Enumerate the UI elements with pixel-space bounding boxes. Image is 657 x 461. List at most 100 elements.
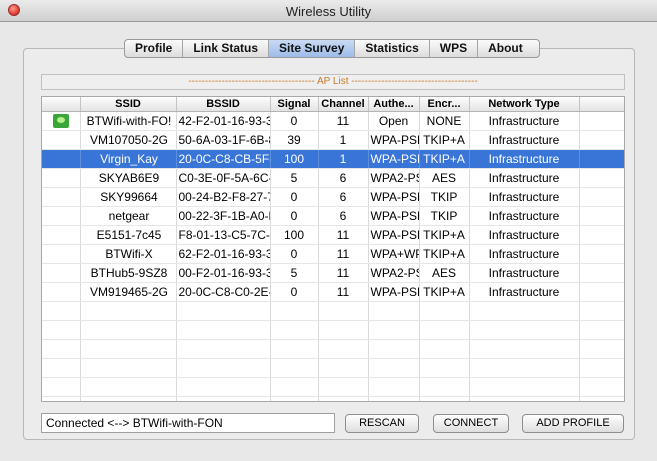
empty-cell (176, 339, 271, 359)
empty-cell (80, 339, 177, 359)
row-filler-cell (579, 282, 624, 302)
ap-list-title: -------------------------------------- A… (188, 76, 478, 87)
empty-cell (80, 301, 177, 321)
table-row[interactable]: netgear00-22-3F-1B-A0-D06WPA-PSKTKIPInfr… (42, 206, 624, 226)
empty-row (42, 301, 624, 321)
title-bar: Wireless Utility (0, 0, 657, 22)
bssid-cell: 00-F2-01-16-93-3 (176, 263, 271, 283)
connect-button[interactable]: CONNECT (433, 414, 509, 433)
tab-about[interactable]: About (478, 40, 539, 57)
empty-cell (419, 339, 470, 359)
ap-list-table[interactable]: SSID BSSID Signal Channel Authe... Encr.… (41, 96, 625, 402)
channel-cell: 6 (318, 168, 369, 188)
channel-cell: 11 (318, 244, 369, 264)
ssid-cell: SKY99664 (80, 187, 177, 207)
table-row[interactable]: BTWifi-with-FO! 42-F2-01-16-93-3 0 11 Open NO… (42, 111, 624, 131)
empty-cell (176, 377, 271, 397)
table-row[interactable]: SKYAB6E9 C0-3E-0F-5A-6C-F 5 6 WPA2-PS AES Infr… (42, 168, 624, 188)
empty-cell (419, 396, 470, 401)
row-icon-cell (42, 187, 81, 207)
tab-wps[interactable]: WPS (430, 40, 479, 57)
empty-cell (579, 301, 624, 321)
empty-cell (469, 358, 580, 378)
row-icon-cell (42, 149, 81, 169)
empty-cell (270, 377, 319, 397)
ssid-cell: BTHub5-9SZ8 (80, 263, 177, 283)
row-icon-cell (42, 111, 81, 131)
channel-cell: 11 (318, 263, 369, 283)
column-header-encryption[interactable]: Encr... (419, 97, 470, 112)
empty-cell (469, 301, 580, 321)
empty-cell (368, 358, 420, 378)
ssid-cell: E5151-7c45 (80, 225, 177, 245)
authentication-cell: WPA-PSK (368, 130, 420, 150)
table-row[interactable]: SKY9966400-24-B2-F8-27-7(06WPA-PSKTKIPIn… (42, 187, 624, 207)
table-row[interactable]: BTHub5-9SZ8 00-F2-01-16-93-3 5 11 WPA2-PS AES… (42, 263, 624, 283)
encryption-cell: AES (419, 168, 470, 188)
row-icon-cell (42, 263, 81, 283)
ssid-cell: Virgin_Kay (80, 149, 177, 169)
column-header-bssid[interactable]: BSSID (176, 97, 271, 112)
table-row[interactable]: E5151-7c45F8-01-13-C5-7C-410011WPA-PSKTK… (42, 225, 624, 245)
channel-cell: 11 (318, 225, 369, 245)
column-header-network-type[interactable]: Network Type (469, 97, 580, 112)
add-profile-button[interactable]: ADD PROFILE (522, 414, 624, 433)
signal-cell: 5 (270, 263, 319, 283)
empty-cell (318, 339, 369, 359)
encryption-cell: AES (419, 263, 470, 283)
table-row[interactable]: Virgin_Kay20-0C-C8-CB-5F-51001WPA-PSKTKI… (42, 149, 624, 169)
empty-cell (42, 301, 81, 321)
column-header-icon (42, 97, 81, 112)
signal-cell: 0 (270, 111, 319, 131)
row-icon-cell (42, 244, 81, 264)
empty-cell (368, 377, 420, 397)
encryption-cell: TKIP+A (419, 149, 470, 169)
row-filler-cell (579, 187, 624, 207)
ap-list-body: BTWifi-with-FO! 42-F2-01-16-93-3 0 11 Open NO… (42, 111, 624, 401)
empty-cell (318, 320, 369, 340)
empty-row (42, 358, 624, 378)
column-header-filler (579, 97, 624, 112)
table-row[interactable]: BTWifi-X 62-F2-01-16-93-3 0 11 WPA+WP TKIP+A I… (42, 244, 624, 264)
network-type-cell: Infrastructure (469, 168, 580, 188)
rescan-button[interactable]: RESCAN (345, 414, 419, 433)
empty-cell (80, 320, 177, 340)
channel-cell: 6 (318, 206, 369, 226)
empty-cell (419, 301, 470, 321)
tab-profile[interactable]: Profile (125, 40, 184, 57)
network-type-cell: Infrastructure (469, 244, 580, 264)
table-row[interactable]: VM919465-2G20-0C-C8-C0-2E-F011WPA-PSKTKI… (42, 282, 624, 302)
empty-cell (368, 320, 420, 340)
authentication-cell: Open (368, 111, 420, 131)
column-header-authentication[interactable]: Authe... (368, 97, 420, 112)
signal-cell: 100 (270, 225, 319, 245)
connected-icon (52, 114, 69, 129)
empty-cell (318, 358, 369, 378)
signal-cell: 0 (270, 244, 319, 264)
encryption-cell: NONE (419, 111, 470, 131)
bssid-cell: 50-6A-03-1F-6B-8 (176, 130, 271, 150)
column-header-channel[interactable]: Channel (318, 97, 369, 112)
tab-site-survey[interactable]: Site Survey (269, 40, 356, 57)
network-type-cell: Infrastructure (469, 225, 580, 245)
authentication-cell: WPA2-PS (368, 263, 420, 283)
table-row[interactable]: VM107050-2G50-6A-03-1F-6B-8391WPA-PSKTKI… (42, 130, 624, 150)
tab-statistics[interactable]: Statistics (355, 40, 430, 57)
column-header-ssid[interactable]: SSID (80, 97, 177, 112)
channel-cell: 1 (318, 149, 369, 169)
signal-cell: 39 (270, 130, 319, 150)
channel-cell: 11 (318, 282, 369, 302)
column-header-signal[interactable]: Signal (270, 97, 319, 112)
empty-cell (176, 320, 271, 340)
tab-link-status[interactable]: Link Status (183, 40, 270, 57)
connection-status: Connected <--> BTWifi-with-FON (41, 413, 335, 433)
row-icon-cell (42, 225, 81, 245)
empty-row (42, 396, 624, 401)
empty-cell (42, 339, 81, 359)
empty-cell (419, 358, 470, 378)
authentication-cell: WPA+WP (368, 244, 420, 264)
row-filler-cell (579, 111, 624, 131)
ssid-cell: SKYAB6E9 (80, 168, 177, 188)
network-type-cell: Infrastructure (469, 187, 580, 207)
empty-cell (469, 396, 580, 401)
